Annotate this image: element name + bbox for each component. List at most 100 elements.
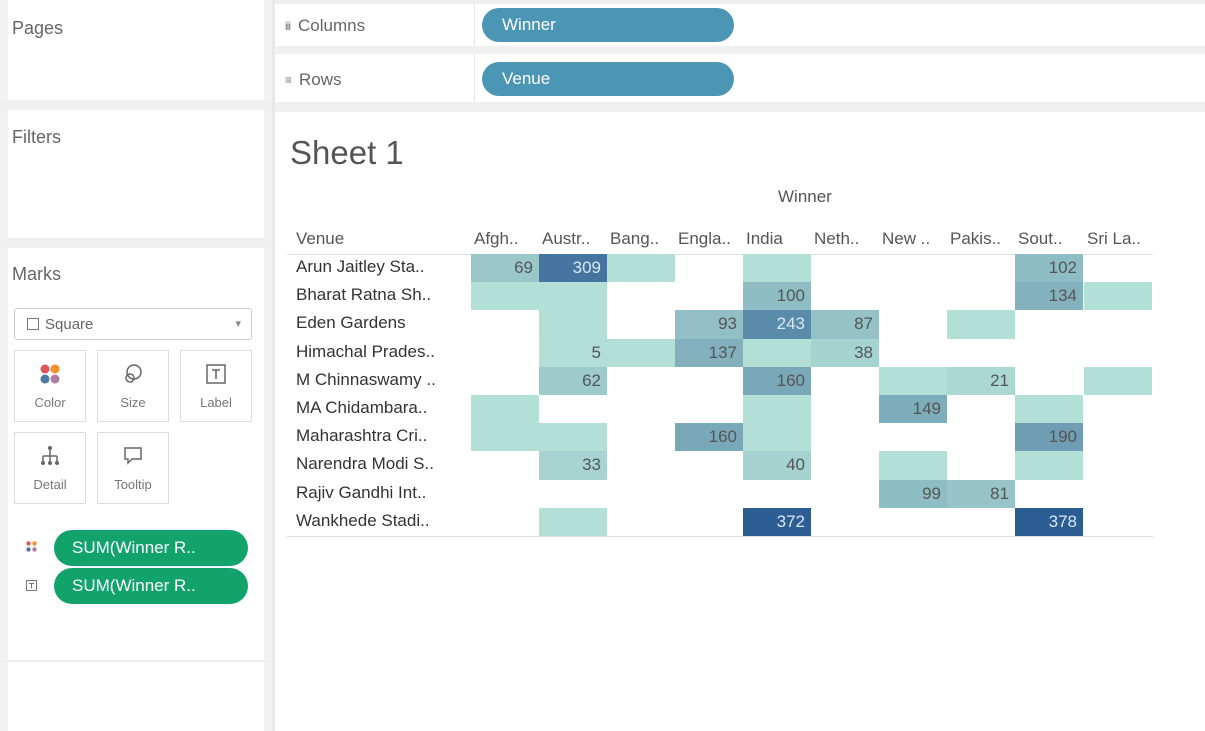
column-header[interactable]: Neth.. — [814, 229, 859, 249]
tooltip-button[interactable]: Tooltip — [97, 432, 169, 504]
columns-pill[interactable]: Winner — [482, 8, 734, 42]
heatmap-cell[interactable]: 137 — [675, 338, 743, 367]
heatmap-cell[interactable]: 81 — [947, 479, 1015, 508]
rows-shelf[interactable]: ≡ Rows — [275, 54, 1205, 102]
color-icon — [40, 364, 60, 383]
heatmap-cell[interactable]: 100 — [743, 282, 811, 311]
row-header[interactable]: Narendra Modi S.. — [296, 454, 434, 474]
column-header[interactable]: Sri La.. — [1087, 229, 1141, 249]
chevron-down-icon: ▾ — [235, 318, 241, 330]
heatmap-cell[interactable] — [879, 451, 947, 480]
detail-icon — [41, 445, 59, 465]
color-measure-pill[interactable]: SUM(Winner R.. — [54, 530, 248, 566]
row-header[interactable]: Himachal Prades.. — [296, 342, 435, 362]
heatmap-cell[interactable]: 102 — [1015, 254, 1083, 283]
columns-pill-label: Winner — [502, 15, 556, 34]
rows-pill[interactable]: Venue — [482, 62, 734, 96]
row-header[interactable]: Maharashtra Cri.. — [296, 426, 427, 446]
heatmap-cell[interactable]: 190 — [1015, 423, 1083, 452]
heatmap-cell[interactable]: 372 — [743, 507, 811, 536]
columns-shelf[interactable]: iii Columns — [275, 4, 1205, 46]
rows-icon: ≡ — [285, 73, 292, 87]
column-header[interactable]: Sout.. — [1018, 229, 1062, 249]
heatmap-cell[interactable] — [743, 423, 811, 452]
row-header[interactable]: Wankhede Stadi.. — [296, 511, 430, 531]
heatmap-cell[interactable]: 87 — [811, 310, 879, 339]
column-header[interactable]: Austr.. — [542, 229, 590, 249]
label-icon — [206, 363, 226, 384]
heatmap-cell[interactable] — [607, 254, 675, 283]
heatmap-cell[interactable] — [539, 282, 607, 311]
heatmap-cell[interactable] — [539, 310, 607, 339]
rows-label: Rows — [299, 70, 342, 89]
heatmap-cell[interactable]: 69 — [471, 254, 539, 283]
heatmap-cell[interactable]: 160 — [743, 366, 811, 395]
heatmap-cell[interactable] — [879, 366, 947, 395]
color-button[interactable]: Color — [14, 350, 86, 422]
column-header[interactable]: New .. — [882, 229, 930, 249]
row-header[interactable]: M Chinnaswamy .. — [296, 370, 436, 390]
heatmap-cell[interactable] — [471, 395, 539, 424]
color-legend-icon — [26, 541, 37, 555]
heatmap-cell[interactable] — [539, 423, 607, 452]
heatmap-cell[interactable] — [1015, 395, 1083, 424]
heatmap-cell[interactable]: 243 — [743, 310, 811, 339]
label-text: Label — [200, 394, 232, 410]
table-bottom-divider — [287, 536, 1153, 537]
row-header[interactable]: Eden Gardens — [296, 313, 406, 333]
heatmap-cell[interactable] — [947, 310, 1015, 339]
row-header[interactable]: MA Chidambara.. — [296, 398, 427, 418]
label-measure-pill[interactable]: SUM(Winner R.. — [54, 568, 248, 604]
label-legend-icon — [26, 580, 37, 594]
column-header[interactable]: Afgh.. — [474, 229, 518, 249]
row-header[interactable]: Rajiv Gandhi Int.. — [296, 483, 426, 503]
heatmap-cell[interactable]: 160 — [675, 423, 743, 452]
detail-button[interactable]: Detail — [14, 432, 86, 504]
heatmap-cell[interactable] — [1084, 366, 1152, 395]
row-field-header[interactable]: Venue — [296, 229, 344, 249]
color-label: Color — [34, 394, 66, 410]
row-header[interactable]: Arun Jaitley Sta.. — [296, 257, 425, 277]
column-header[interactable]: Bang.. — [610, 229, 659, 249]
heatmap-cell[interactable]: 33 — [539, 451, 607, 480]
mark-type-label: Square — [45, 315, 94, 333]
detail-label: Detail — [33, 476, 67, 492]
mark-type-dropdown[interactable]: Square ▾ — [14, 308, 252, 340]
column-header[interactable]: Pakis.. — [950, 229, 1001, 249]
heatmap-cell[interactable] — [743, 338, 811, 367]
heatmap-cell[interactable] — [471, 282, 539, 311]
filters-card: Filters — [8, 110, 264, 238]
size-label: Size — [120, 394, 146, 410]
heatmap-cell[interactable]: 99 — [879, 479, 947, 508]
row-header[interactable]: Bharat Ratna Sh.. — [296, 285, 431, 305]
heatmap-cell[interactable]: 149 — [879, 395, 947, 424]
size-button[interactable]: Size — [97, 350, 169, 422]
heatmap-cell[interactable]: 21 — [947, 366, 1015, 395]
heatmap-cell[interactable] — [743, 395, 811, 424]
heatmap-cell[interactable] — [1084, 282, 1152, 311]
heatmap-cell[interactable] — [539, 507, 607, 536]
heatmap-cell[interactable]: 309 — [539, 254, 607, 283]
column-field-header[interactable]: Winner — [778, 187, 832, 207]
marks-title: Marks — [12, 264, 61, 284]
heatmap-cell[interactable]: 38 — [811, 338, 879, 367]
color-measure-label: SUM(Winner R.. — [72, 538, 196, 557]
columns-label: Columns — [298, 16, 366, 35]
heatmap-cell[interactable]: 62 — [539, 366, 607, 395]
square-icon — [27, 318, 39, 330]
sheet-title: Sheet 1 — [290, 134, 404, 171]
heatmap-cell[interactable]: 134 — [1015, 282, 1083, 311]
heatmap-cell[interactable]: 93 — [675, 310, 743, 339]
heatmap-cell[interactable]: 378 — [1015, 507, 1083, 536]
column-header[interactable]: India — [746, 229, 783, 249]
column-header[interactable]: Engla.. — [678, 229, 731, 249]
heatmap-cell[interactable] — [607, 338, 675, 367]
heatmap-cell[interactable] — [1015, 451, 1083, 480]
heatmap-cell[interactable]: 5 — [539, 338, 607, 367]
rows-pill-label: Venue — [502, 69, 551, 88]
label-button[interactable]: Label — [180, 350, 252, 422]
tooltip-label: Tooltip — [114, 476, 152, 492]
heatmap-cell[interactable]: 40 — [743, 451, 811, 480]
heatmap-cell[interactable] — [471, 423, 539, 452]
heatmap-cell[interactable] — [743, 254, 811, 283]
